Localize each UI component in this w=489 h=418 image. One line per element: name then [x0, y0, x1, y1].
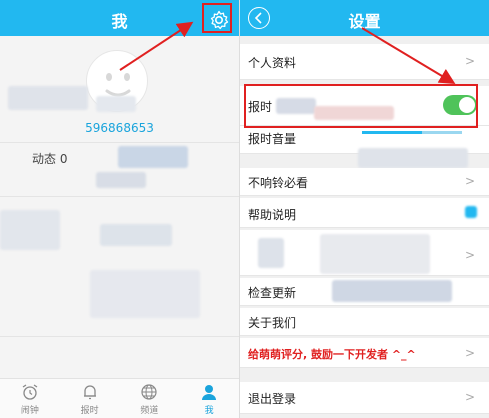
- blurred-patch: [118, 146, 188, 168]
- blurred-patch: [358, 148, 468, 168]
- chevron-right-icon: >: [464, 390, 475, 404]
- settings-screen: 设置 个人资料 > 报时 报时音量 不响铃必看 > 帮助说明 > 检查更新 关于…: [240, 0, 489, 418]
- chevron-right-icon: >: [464, 346, 475, 360]
- volume-slider[interactable]: [362, 131, 462, 134]
- blurred-patch: [0, 210, 60, 250]
- nav-channel[interactable]: 频道: [120, 379, 180, 418]
- item-label: 退出登录: [248, 392, 297, 406]
- settings-item-check-update[interactable]: 检查更新: [240, 278, 489, 306]
- bell-icon: [83, 385, 96, 400]
- settings-item-rate-app[interactable]: 给萌萌评分, 鼓励一下开发者 ^_^ >: [240, 338, 489, 368]
- comparison-screenshot: 我 596868653 动态 0 闹钟 报时 频道 我 设置 个人资料 > 报时…: [0, 0, 489, 418]
- bottom-navigation: 闹钟 报时 频道 我: [0, 378, 239, 418]
- settings-header: 设置: [240, 0, 489, 36]
- alarm-clock-icon: [22, 384, 38, 400]
- nav-label: 闹钟: [20, 406, 39, 416]
- blurred-patch: [96, 96, 136, 112]
- nav-label: 报时: [80, 406, 99, 416]
- profile-header: 我: [0, 0, 239, 36]
- item-label: 帮助说明: [248, 208, 297, 222]
- divider: [0, 336, 239, 337]
- blurred-patch: [96, 172, 146, 188]
- settings-title: 设置: [348, 12, 381, 31]
- blurred-patch: [100, 224, 172, 246]
- settings-item-profile[interactable]: 个人资料 >: [240, 44, 489, 80]
- person-icon: [202, 385, 217, 400]
- blurred-patch: [465, 206, 477, 218]
- chevron-right-icon: >: [464, 248, 475, 262]
- nav-me[interactable]: 我: [179, 379, 239, 418]
- divider: [0, 196, 239, 197]
- blurred-patch: [258, 238, 284, 268]
- chevron-right-icon: >: [464, 174, 475, 188]
- chevron-right-icon: >: [464, 54, 475, 68]
- item-label: 检查更新: [248, 286, 297, 300]
- volume-fill: [362, 131, 422, 134]
- nav-label: 频道: [140, 406, 159, 416]
- nav-label: 我: [204, 406, 214, 416]
- profile-screen: 我 596868653 动态 0 闹钟 报时 频道 我: [0, 0, 239, 418]
- settings-item-logout[interactable]: 退出登录 >: [240, 382, 489, 414]
- nav-chime[interactable]: 报时: [60, 379, 120, 418]
- settings-item-about[interactable]: 关于我们: [240, 308, 489, 336]
- item-label: 报时音量: [248, 132, 297, 146]
- item-label: 关于我们: [248, 316, 297, 330]
- nav-alarm[interactable]: 闹钟: [0, 379, 60, 418]
- blurred-username: [8, 86, 88, 110]
- settings-item-obscured[interactable]: >: [240, 230, 489, 276]
- settings-button[interactable]: [202, 3, 232, 33]
- settings-item-no-ring-guide[interactable]: 不响铃必看 >: [240, 168, 489, 196]
- item-label: 个人资料: [248, 56, 297, 70]
- toggle-highlight-box: [244, 84, 478, 128]
- settings-item-help[interactable]: 帮助说明: [240, 198, 489, 228]
- blurred-patch: [320, 234, 430, 274]
- divider: [0, 142, 239, 143]
- dynamic-count[interactable]: 动态 0: [32, 150, 67, 167]
- user-id: 596868653: [85, 121, 154, 135]
- blurred-patch: [332, 280, 452, 302]
- gear-icon: [210, 10, 229, 30]
- item-label: 给萌萌评分, 鼓励一下开发者 ^_^: [248, 348, 416, 361]
- globe-icon: [141, 384, 157, 400]
- item-label: 不响铃必看: [248, 176, 309, 190]
- blurred-patch: [90, 270, 200, 318]
